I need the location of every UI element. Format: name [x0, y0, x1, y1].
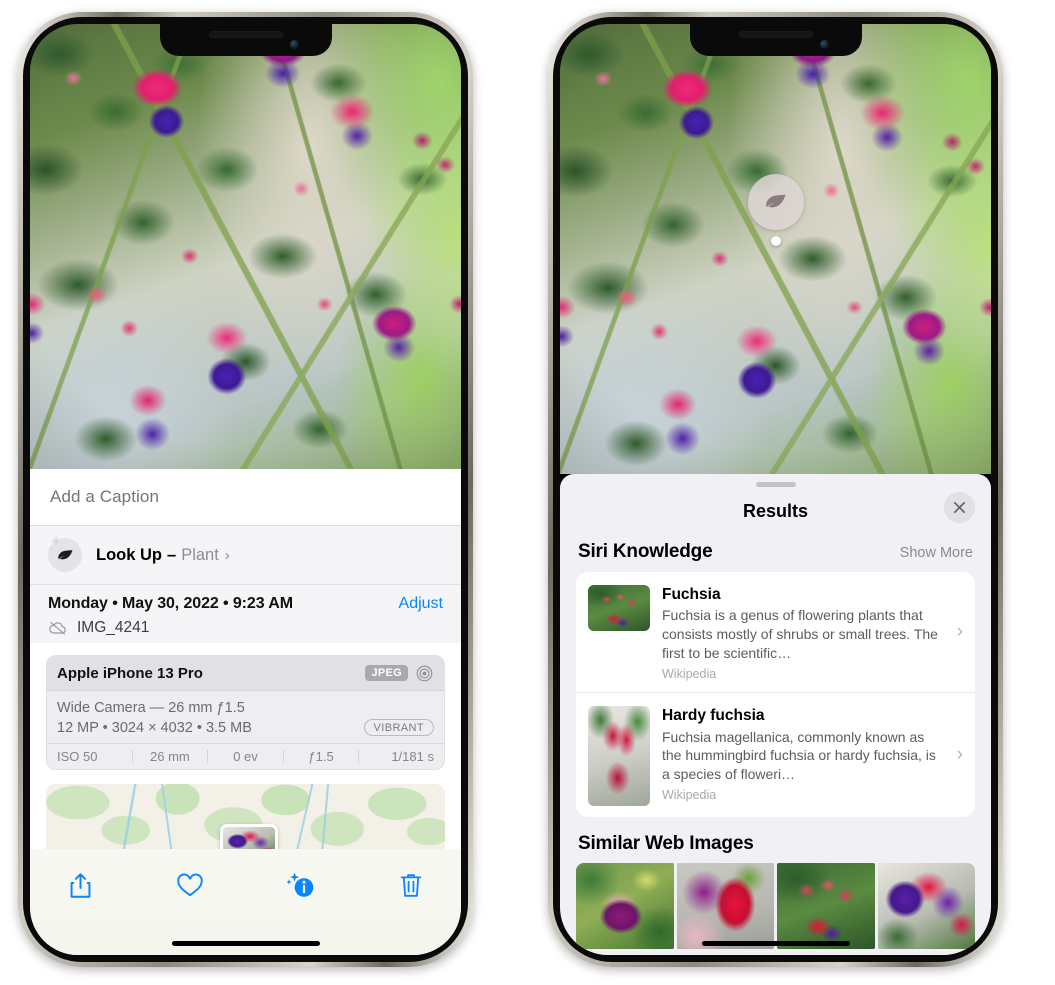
map-photo-pin[interactable] [219, 824, 278, 851]
knowledge-source: Wikipedia [662, 667, 717, 682]
web-image-thumbnail[interactable] [676, 863, 774, 950]
trash-icon [400, 873, 422, 897]
knowledge-description: Fuchsia is a genus of flowering plants t… [662, 607, 938, 661]
look-up-row[interactable]: Look Up – Plant › [47, 526, 443, 584]
right-phone-screen: Results Siri Knowledge Show More Fuchsia… [560, 24, 991, 955]
exif-row: ISO 50 26 mm 0 ev ƒ1.5 1/181 s [47, 743, 444, 770]
info-button[interactable] [279, 863, 323, 907]
favorite-button[interactable] [168, 863, 212, 907]
similar-web-images-grid [560, 863, 991, 950]
delete-button[interactable] [389, 863, 433, 907]
knowledge-title: Hardy fuchsia [662, 707, 765, 725]
photo-toolbar [30, 849, 461, 955]
close-button[interactable] [944, 492, 975, 523]
knowledge-thumbnail [588, 585, 650, 631]
screenshot-stage: Look Up – Plant › Monday • May 30, 2022 … [0, 0, 1055, 985]
date-block: Monday • May 30, 2022 • 9:23 AM Adjust I… [30, 584, 461, 643]
photo-viewer[interactable] [30, 24, 461, 469]
visual-lookup-leaf-badge[interactable] [747, 174, 804, 230]
chevron-right-icon: › [956, 621, 963, 643]
photographic-style-badge: VIBRANT [363, 719, 434, 737]
results-title: Results [742, 500, 809, 521]
photo-date: Monday • May 30, 2022 • 9:23 AM [48, 595, 293, 612]
photo-image [30, 24, 461, 469]
aperture-icon [416, 665, 433, 681]
look-up-subject: Plant [181, 545, 219, 564]
home-indicator[interactable] [701, 941, 850, 946]
section-title: Siri Knowledge [578, 541, 713, 562]
front-camera-icon [289, 40, 299, 49]
siri-knowledge-card: Fuchsia Fuchsia is a genus of flowering … [576, 572, 975, 818]
metadata-header: Apple iPhone 13 Pro JPEG [47, 656, 444, 691]
location-map[interactable] [46, 784, 445, 851]
share-icon [70, 872, 90, 898]
list-item[interactable]: Fuchsia Fuchsia is a genus of flowering … [576, 572, 975, 692]
exif-ev: 0 ev [233, 749, 258, 765]
camera-metadata-card[interactable]: Apple iPhone 13 Pro JPEG Wide Camera — 2… [46, 655, 445, 771]
web-image-thumbnail[interactable] [877, 863, 975, 950]
look-up-label-group: Look Up – Plant › [96, 546, 230, 565]
notch [159, 24, 332, 56]
earpiece-speaker [208, 31, 283, 38]
list-item[interactable]: Hardy fuchsia Fuchsia magellanica, commo… [576, 692, 975, 817]
left-phone: Look Up – Plant › Monday • May 30, 2022 … [18, 12, 473, 967]
share-button[interactable] [58, 863, 102, 907]
left-phone-screen: Look Up – Plant › Monday • May 30, 2022 … [30, 24, 461, 955]
caption-row[interactable] [30, 469, 461, 526]
right-phone: Results Siri Knowledge Show More Fuchsia… [548, 12, 1003, 967]
leaf-icon [765, 194, 786, 208]
notch [689, 24, 862, 56]
photo-viewer[interactable] [560, 24, 991, 474]
earpiece-speaker [738, 31, 813, 38]
knowledge-thumbnail [588, 706, 650, 807]
front-camera-icon [819, 40, 829, 49]
look-up-dash: – [167, 545, 177, 564]
knowledge-title: Fuchsia [662, 586, 721, 603]
results-panel: Results Siri Knowledge Show More Fuchsia… [560, 474, 991, 955]
show-more-button[interactable]: Show More [900, 545, 973, 561]
web-image-thumbnail[interactable] [777, 863, 875, 950]
section-title: Similar Web Images [578, 833, 754, 855]
adjust-button[interactable]: Adjust [399, 595, 443, 613]
lookup-band: Look Up – Plant › [30, 526, 461, 584]
cloud-slash-icon [49, 622, 66, 635]
camera-device: Apple iPhone 13 Pro [57, 664, 203, 682]
siri-knowledge-header: Siri Knowledge Show More [560, 535, 991, 572]
format-badge: JPEG [365, 665, 408, 681]
home-indicator[interactable] [171, 941, 320, 946]
chevron-right-icon: › [956, 744, 963, 766]
exif-aperture: ƒ1.5 [308, 749, 334, 765]
metadata-body: Wide Camera — 26 mm ƒ1.5 12 MP • 3024 × … [47, 691, 444, 744]
results-header: Results [560, 487, 991, 535]
look-up-label: Look Up [96, 545, 162, 564]
exif-iso: ISO 50 [57, 749, 98, 765]
lens-line: Wide Camera — 26 mm ƒ1.5 [57, 700, 245, 716]
chevron-right-icon: › [224, 546, 230, 564]
knowledge-description: Fuchsia magellanica, commonly known as t… [662, 728, 936, 782]
web-image-thumbnail[interactable] [576, 863, 674, 950]
knowledge-source: Wikipedia [662, 788, 717, 803]
info-sparkle-icon [286, 872, 313, 897]
similar-web-images-header: Similar Web Images [560, 817, 991, 863]
close-icon [953, 501, 966, 514]
heart-icon [177, 873, 204, 896]
photo-image [560, 24, 991, 474]
sparkle-icon [47, 535, 62, 551]
file-name: IMG_4241 [77, 619, 150, 636]
exif-shutter: 1/181 s [391, 749, 434, 765]
exif-focal: 26 mm [150, 749, 190, 765]
caption-input[interactable] [48, 486, 443, 508]
specs-line: 12 MP • 3024 × 4032 • 3.5 MB [57, 719, 252, 736]
visual-lookup-anchor-dot [770, 236, 781, 246]
